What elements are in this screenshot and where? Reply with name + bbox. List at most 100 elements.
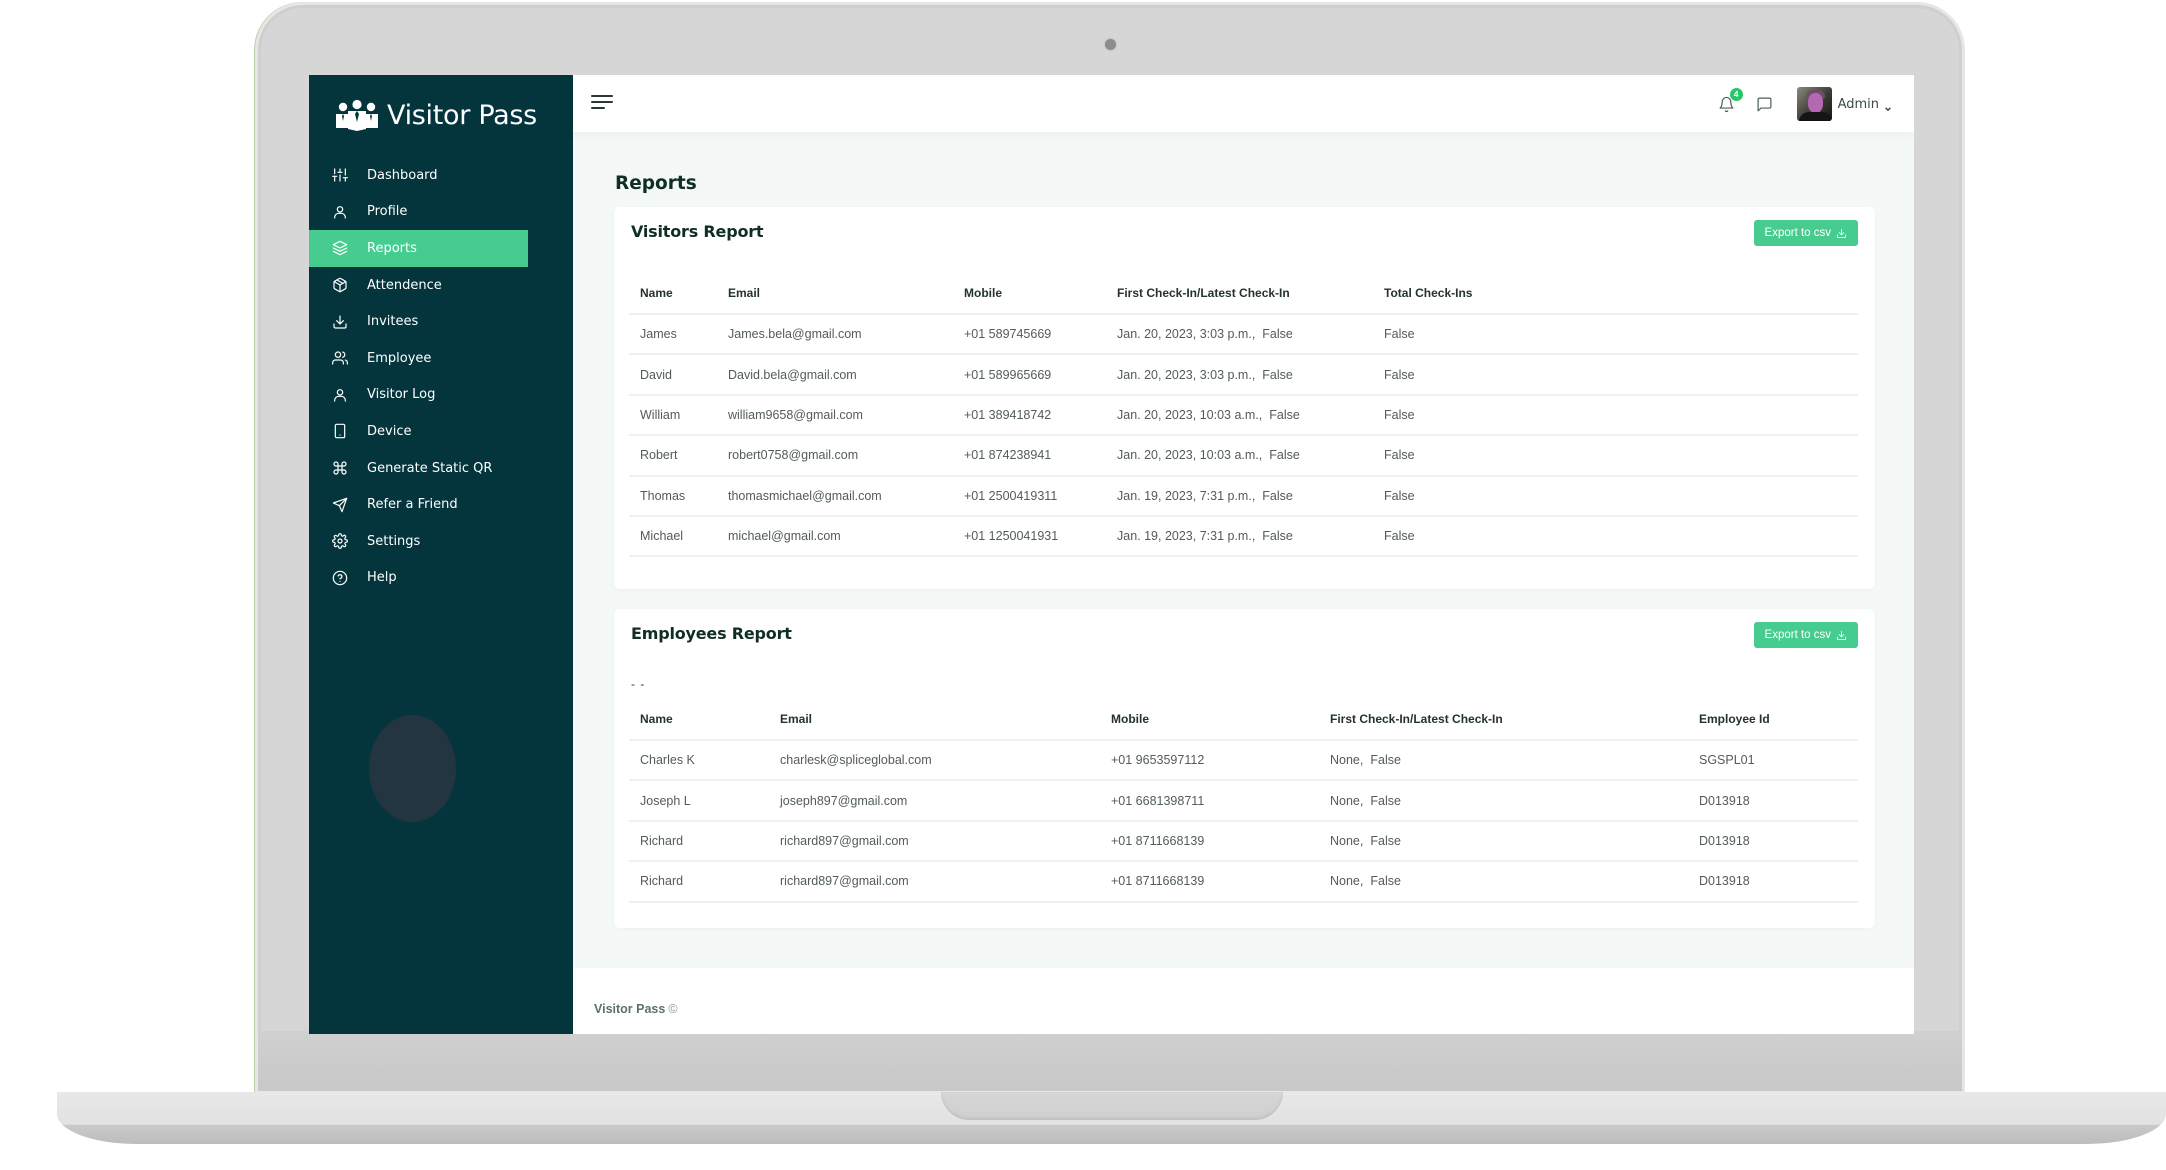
first-checkin: Jan. 20, 2023, 3:03 p.m., [1117, 367, 1256, 382]
download-icon [331, 313, 349, 331]
sidebar-item-settings[interactable]: Settings [309, 523, 573, 560]
download-icon [1836, 630, 1847, 640]
footer: Visitor Pass © [573, 968, 1914, 1034]
latest-checkin: False [1269, 407, 1300, 422]
cell-total: False [1373, 314, 1858, 356]
topbar: 4 Admin [573, 75, 1914, 132]
sidebar-item-label: Employee [367, 350, 432, 366]
cell-checkin: Jan. 20, 2023, 3:03 p.m., False [1106, 354, 1373, 396]
cell-name: Richard [629, 861, 769, 903]
column-header[interactable]: Name [629, 699, 769, 741]
messages-button[interactable] [1753, 92, 1777, 116]
decorative-oval [369, 715, 456, 822]
column-header[interactable]: Mobile [953, 273, 1106, 315]
table-row: David David.bela@gmail.com +01 589965669… [629, 354, 1858, 396]
sidebar-item-invitees[interactable]: Invitees [309, 303, 573, 340]
sidebar-item-generate-static-qr[interactable]: Generate Static QR [309, 450, 573, 487]
sidebar-item-visitor-log[interactable]: Visitor Log [309, 377, 573, 414]
sidebar-item-label: Generate Static QR [367, 460, 493, 476]
column-header[interactable]: Mobile [1100, 699, 1319, 741]
sidebar-item-label: Profile [367, 204, 408, 220]
table-row: Joseph L joseph897@gmail.com +01 6681398… [629, 780, 1858, 822]
cell-mobile: +01 9653597112 [1100, 740, 1319, 782]
latest-checkin: False [1262, 488, 1293, 503]
notifications-button[interactable]: 4 [1715, 88, 1743, 116]
gear-icon [331, 532, 349, 550]
first-checkin: None, [1330, 793, 1364, 808]
table-row: Charles K charlesk@spliceglobal.com +01 … [629, 740, 1858, 782]
cell-total: False [1373, 435, 1858, 477]
sidebar-nav: Dashboard Profile Reports Attendence Inv… [309, 157, 573, 596]
sidebar-item-label: Reports [367, 240, 417, 256]
column-header[interactable]: Employee Id [1688, 699, 1858, 741]
sidebar-item-attendence[interactable]: Attendence [309, 267, 573, 304]
help-circle-icon [331, 569, 349, 587]
column-header[interactable]: Email [717, 273, 953, 315]
table-row: James James.bela@gmail.com +01 589745669… [629, 314, 1858, 356]
cell-name: William [629, 394, 717, 437]
sliders-icon [331, 166, 349, 184]
cell-total: False [1373, 515, 1858, 558]
user-icon [331, 386, 349, 404]
brand-name: Visitor Pass [387, 99, 537, 131]
first-checkin: Jan. 19, 2023, 7:31 p.m., [1117, 529, 1256, 544]
cell-email: charlesk@spliceglobal.com [769, 740, 1100, 782]
cell-email: thomasmichael@gmail.com [717, 475, 953, 517]
cell-checkin: Jan. 20, 2023, 3:03 p.m., False [1106, 314, 1373, 356]
sidebar-item-label: Help [367, 570, 397, 586]
user-icon [331, 203, 349, 221]
first-checkin: Jan. 20, 2023, 10:03 a.m., [1117, 407, 1263, 422]
export-csv-button[interactable]: Export to csv [1753, 220, 1858, 246]
cell-mobile: +01 2500419311 [953, 475, 1106, 517]
table-row: Richard richard897@gmail.com +01 8711668… [629, 861, 1858, 903]
first-checkin: Jan. 20, 2023, 3:03 p.m., [1117, 327, 1256, 342]
cell-name: James [629, 314, 717, 356]
menu-toggle-icon[interactable] [591, 93, 613, 111]
topbar-actions: 4 Admin [1715, 87, 1892, 121]
sidebar-item-label: Attendence [367, 277, 442, 293]
column-header[interactable]: Name [629, 273, 717, 315]
box-icon [331, 276, 349, 294]
first-checkin: None, [1330, 753, 1364, 768]
sidebar-item-device[interactable]: Device [309, 413, 573, 450]
cell-name: Richard [629, 820, 769, 863]
notification-badge: 4 [1729, 88, 1743, 101]
cell-email: richard897@gmail.com [769, 861, 1100, 903]
sidebar-item-label: Settings [367, 533, 421, 549]
cell-checkin: None, False [1319, 861, 1688, 903]
user-menu[interactable]: Admin [1838, 97, 1892, 112]
column-header[interactable]: Email [769, 699, 1100, 741]
column-header[interactable]: First Check-In/Latest Check-In [1106, 273, 1373, 315]
cell-total: False [1373, 475, 1858, 517]
sidebar-item-label: Dashboard [367, 167, 438, 183]
latest-checkin: False [1269, 448, 1300, 463]
cell-email: richard897@gmail.com [769, 820, 1100, 863]
tablet-icon [331, 422, 349, 440]
cell-checkin: Jan. 20, 2023, 10:03 a.m., False [1106, 394, 1373, 437]
sidebar-item-help[interactable]: Help [309, 560, 573, 597]
export-csv-button[interactable]: Export to csv [1753, 622, 1858, 648]
avatar[interactable] [1796, 87, 1832, 121]
export-label: Export to csv [1764, 227, 1831, 239]
column-header[interactable]: Total Check-Ins [1373, 273, 1858, 315]
cell-mobile: +01 874238941 [953, 435, 1106, 477]
cell-mobile: +01 389418742 [953, 394, 1106, 437]
latest-checkin: False [1370, 793, 1401, 808]
sidebar-item-dashboard[interactable]: Dashboard [309, 157, 573, 194]
sidebar-item-reports[interactable]: Reports [309, 230, 528, 267]
webcam [1105, 39, 1116, 50]
table-header-row: Name Email Mobile First Check-In/Latest … [629, 273, 1858, 315]
sidebar-item-label: Refer a Friend [367, 497, 458, 513]
brand[interactable]: Visitor Pass [335, 99, 537, 131]
empty-placeholder-text: - - [631, 677, 646, 691]
users-group-icon [336, 99, 378, 131]
sidebar-item-profile[interactable]: Profile [309, 194, 573, 231]
sidebar-item-employee[interactable]: Employee [309, 340, 573, 377]
cell-name: Joseph L [629, 780, 769, 822]
employees-table: Name Email Mobile First Check-In/Latest … [629, 699, 1858, 903]
column-header[interactable]: First Check-In/Latest Check-In [1319, 699, 1688, 741]
card-title: Employees Report [631, 624, 792, 643]
cell-email: robert0758@gmail.com [717, 435, 953, 477]
sidebar-item-refer-a-friend[interactable]: Refer a Friend [309, 486, 573, 523]
message-square-icon [1757, 97, 1772, 111]
